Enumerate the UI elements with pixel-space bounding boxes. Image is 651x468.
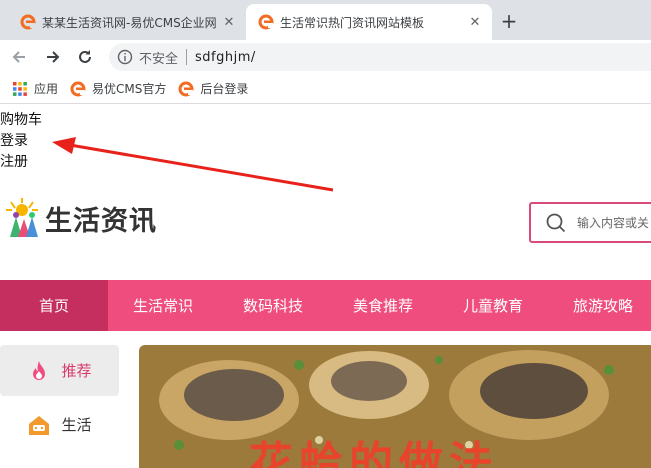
security-label: 不安全 <box>139 51 179 67</box>
bookmark-eyou-official[interactable]: 易优CMS官方 <box>70 80 166 97</box>
house-icon <box>29 415 50 435</box>
logo-mark-icon <box>6 198 38 237</box>
browser-tab-strip: 某某生活资讯网-易优CMS企业网 ✕ 生活常识热门资讯网站模板 ✕ + <box>0 0 651 40</box>
reload-button[interactable] <box>72 44 98 70</box>
forward-button[interactable] <box>40 44 66 70</box>
browser-tab-1[interactable]: 某某生活资讯网-易优CMS企业网 ✕ <box>8 4 246 40</box>
eyou-icon <box>178 81 194 96</box>
browser-toolbar: 不安全 sdfghjm/ <box>0 40 651 74</box>
bookmark-label: 后台登录 <box>200 82 249 96</box>
search-input[interactable]: 输入内容或关 <box>577 214 649 231</box>
flame-icon <box>33 360 46 380</box>
nav-item-travel[interactable]: 旅游攻略 <box>548 280 651 331</box>
reload-icon <box>79 50 91 63</box>
back-button[interactable] <box>6 44 32 70</box>
apps-grid-icon <box>13 81 27 96</box>
nav-item-kids-education[interactable]: 儿童教育 <box>438 280 548 331</box>
tab-title: 生活常识热门资讯网站模板 <box>280 15 425 30</box>
address-bar[interactable]: 不安全 sdfghjm/ <box>109 43 651 71</box>
bookmarks-bar: 应用 易优CMS官方 后台登录 <box>0 74 651 104</box>
url-text[interactable]: sdfghjm/ <box>195 50 256 65</box>
web-page: 购物车 登录 注册 生活资讯 输入内容或关 首页 生活常识 数码科技 美食推荐 … <box>0 105 651 468</box>
sidebar-item-label: 推荐 <box>61 362 92 380</box>
nav-item-home[interactable]: 首页 <box>0 280 108 331</box>
search-icon <box>546 213 566 232</box>
arrow-left-icon <box>12 51 25 63</box>
banner-caption: 花蛤的做法 <box>249 438 499 468</box>
nav-item-life-tips[interactable]: 生活常识 <box>108 280 218 331</box>
sidebar-item-recommended[interactable]: 推荐 <box>0 345 119 396</box>
eyou-icon <box>70 81 86 96</box>
browser-tab-2[interactable]: 生活常识热门资讯网站模板 ✕ <box>246 4 492 40</box>
tab-title: 某某生活资讯网-易优CMS企业网 <box>42 15 217 30</box>
info-icon[interactable] <box>117 49 133 65</box>
main-nav: 首页 生活常识 数码科技 美食推荐 儿童教育 旅游攻略 <box>0 280 651 331</box>
search-box[interactable]: 输入内容或关 <box>529 202 651 243</box>
sidebar-item-label: 生活 <box>61 416 92 434</box>
bookmark-label: 易优CMS官方 <box>92 82 167 96</box>
arrow-right-icon <box>47 51 60 63</box>
close-tab-icon[interactable]: ✕ <box>220 13 238 31</box>
site-logo[interactable]: 生活资讯 <box>2 197 157 239</box>
bookmark-apps[interactable]: 应用 <box>12 80 58 97</box>
bookmark-admin-login[interactable]: 后台登录 <box>178 80 248 97</box>
featured-banner[interactable]: 花蛤的做法 <box>139 345 651 468</box>
logo-text: 生活资讯 <box>45 205 157 237</box>
eyou-favicon-icon <box>20 14 36 30</box>
eyou-favicon-icon <box>258 14 274 30</box>
nav-item-digital-tech[interactable]: 数码科技 <box>218 280 328 331</box>
nav-item-food[interactable]: 美食推荐 <box>328 280 438 331</box>
divider <box>186 49 188 65</box>
bookmark-label: 应用 <box>34 82 59 96</box>
sidebar-item-life[interactable]: 生活 <box>0 399 119 450</box>
category-sidebar: 推荐 生活 <box>0 345 119 450</box>
new-tab-button[interactable]: + <box>497 9 521 33</box>
close-tab-icon[interactable]: ✕ <box>466 13 484 31</box>
